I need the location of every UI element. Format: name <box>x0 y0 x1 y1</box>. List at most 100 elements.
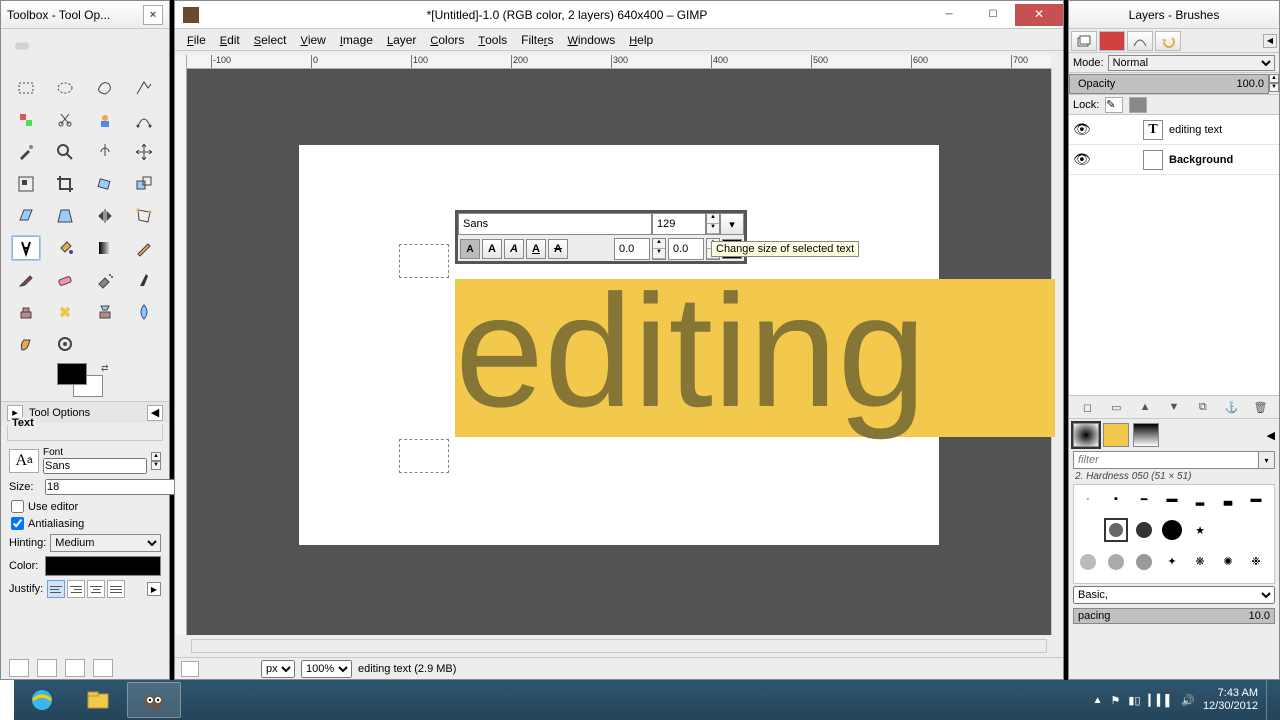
align-tool[interactable] <box>11 171 41 197</box>
menu-tools[interactable]: Tools <box>472 31 513 49</box>
brush-tags-dropdown[interactable]: ▾ <box>1259 451 1275 469</box>
popup-unit-dropdown[interactable]: ▾ <box>720 213 744 235</box>
undo-tab[interactable] <box>1155 31 1181 51</box>
maximize-button[interactable]: ☐ <box>971 4 1015 26</box>
move-tool[interactable] <box>129 139 159 165</box>
brush-item-selected[interactable] <box>1104 518 1128 542</box>
brush-preset-select[interactable]: Basic, <box>1073 586 1275 604</box>
font-preview[interactable]: Aa <box>9 449 39 473</box>
save-options-icon[interactable] <box>9 659 29 677</box>
brush-tabstrip-menu-icon[interactable]: ◀ <box>1267 429 1275 442</box>
justify-right-button[interactable] <box>67 580 85 598</box>
heal-tool[interactable] <box>50 299 80 325</box>
tray-up-icon[interactable]: ▲ <box>1093 695 1103 706</box>
battery-icon[interactable]: ▮▯ <box>1128 694 1140 707</box>
action-center-icon[interactable]: ⚑ <box>1111 694 1121 707</box>
close-button[interactable]: ✕ <box>1015 4 1063 26</box>
volume-icon[interactable]: 🔊 <box>1181 694 1195 707</box>
brush-item[interactable] <box>1076 518 1100 542</box>
antialiasing-checkbox[interactable]: Antialiasing <box>1 515 169 532</box>
scrollbar-horizontal[interactable] <box>191 639 1047 653</box>
reset-options-icon[interactable] <box>93 659 113 677</box>
color-swatches[interactable]: ⇄ <box>1 361 169 401</box>
restore-options-icon[interactable] <box>37 659 57 677</box>
size-input[interactable] <box>45 479 191 495</box>
foreground-select-tool[interactable] <box>90 107 120 133</box>
brush-item[interactable]: ✦ <box>1160 550 1184 574</box>
brush-item[interactable]: ❋ <box>1188 550 1212 574</box>
paths-tab[interactable] <box>1127 31 1153 51</box>
crop-tool[interactable] <box>50 171 80 197</box>
dodge-tool[interactable] <box>50 331 80 357</box>
flip-tool[interactable] <box>90 203 120 229</box>
explorer-taskbar-button[interactable] <box>71 682 125 718</box>
justify-fill-button[interactable] <box>107 580 125 598</box>
fuzzy-select-tool[interactable] <box>129 75 159 101</box>
popup-size-input[interactable] <box>652 213 706 235</box>
airbrush-tool[interactable] <box>90 267 120 293</box>
rotate-tool[interactable] <box>90 171 120 197</box>
perspective-tool[interactable] <box>50 203 80 229</box>
channels-tab[interactable] <box>1099 31 1125 51</box>
free-select-tool[interactable] <box>90 75 120 101</box>
gimp-taskbar-button[interactable] <box>127 682 181 718</box>
font-spinner[interactable]: ▲▼ <box>151 452 161 470</box>
brush-preview[interactable] <box>1073 423 1099 447</box>
lock-pixels-icon[interactable]: ✎ <box>1105 97 1123 113</box>
layer-row-background[interactable]: 👁 Background <box>1069 145 1279 175</box>
hinting-select[interactable]: Medium <box>50 534 161 552</box>
scroll-right-icon[interactable]: ▶ <box>147 582 161 596</box>
swap-colors-icon[interactable]: ⇄ <box>101 363 109 374</box>
zoom-select[interactable]: 100% <box>301 660 352 678</box>
brush-item[interactable]: ▃ <box>1216 487 1240 511</box>
bucket-fill-tool[interactable] <box>50 235 80 261</box>
brush-filter-input[interactable] <box>1073 451 1259 469</box>
perspective-clone-tool[interactable] <box>90 299 120 325</box>
brush-item[interactable] <box>1216 518 1240 542</box>
start-edge[interactable] <box>0 680 14 720</box>
clone-tool[interactable] <box>11 299 41 325</box>
bold-button[interactable]: A <box>482 239 502 259</box>
color-select-tool[interactable] <box>11 107 41 133</box>
menu-file[interactable]: File <box>181 31 212 49</box>
menu-image[interactable]: Image <box>334 31 379 49</box>
clock[interactable]: 7:43 AM 12/30/2012 <box>1203 687 1258 713</box>
menu-windows[interactable]: Windows <box>561 31 621 49</box>
tool-options-detach-icon[interactable]: ◀ <box>147 405 163 421</box>
measure-tool[interactable] <box>90 139 120 165</box>
eraser-tool[interactable] <box>50 267 80 293</box>
mode-select[interactable]: Normal <box>1108 55 1275 71</box>
smudge-tool[interactable] <box>11 331 41 357</box>
pattern-preview[interactable] <box>1103 423 1129 447</box>
kerning-input[interactable] <box>668 238 704 260</box>
text-selection[interactable]: editing <box>455 279 1055 437</box>
quickmask-icon[interactable] <box>181 661 199 677</box>
justify-left-button[interactable] <box>47 580 65 598</box>
rect-select-tool[interactable] <box>11 75 41 101</box>
canvas-area[interactable]: editing ▲▼ ▾ A A A A A ▲▼ ▲▼ <box>187 69 1051 635</box>
shear-tool[interactable] <box>11 203 41 229</box>
blend-tool[interactable] <box>90 235 120 261</box>
anchor-layer-icon[interactable]: ⚓ <box>1223 399 1241 415</box>
brush-item[interactable]: ▪ <box>1104 487 1128 511</box>
baseline-input[interactable] <box>614 238 650 260</box>
brush-item[interactable] <box>1076 550 1100 574</box>
text-tool[interactable] <box>11 235 41 261</box>
lower-layer-icon[interactable]: ▼ <box>1165 399 1183 415</box>
opacity-spinner[interactable]: ▲▼ <box>1269 74 1279 94</box>
zoom-tool[interactable] <box>50 139 80 165</box>
gradient-preview[interactable] <box>1133 423 1159 447</box>
justify-center-button[interactable] <box>87 580 105 598</box>
unit-select[interactable]: px <box>261 660 295 678</box>
tabstrip-menu-icon[interactable]: ◀ <box>1263 34 1277 48</box>
blur-tool[interactable] <box>129 299 159 325</box>
menu-edit[interactable]: Edit <box>214 31 246 49</box>
duplicate-layer-icon[interactable]: ⧉ <box>1194 399 1212 415</box>
menu-view[interactable]: View <box>294 31 331 49</box>
close-icon[interactable]: × <box>143 5 163 25</box>
layer-row-text[interactable]: 👁 T editing text <box>1069 115 1279 145</box>
ellipse-select-tool[interactable] <box>50 75 80 101</box>
network-icon[interactable]: ▎▍▌ <box>1149 694 1174 707</box>
paths-tool[interactable] <box>129 107 159 133</box>
popup-size-spinner[interactable]: ▲▼ <box>706 213 720 235</box>
